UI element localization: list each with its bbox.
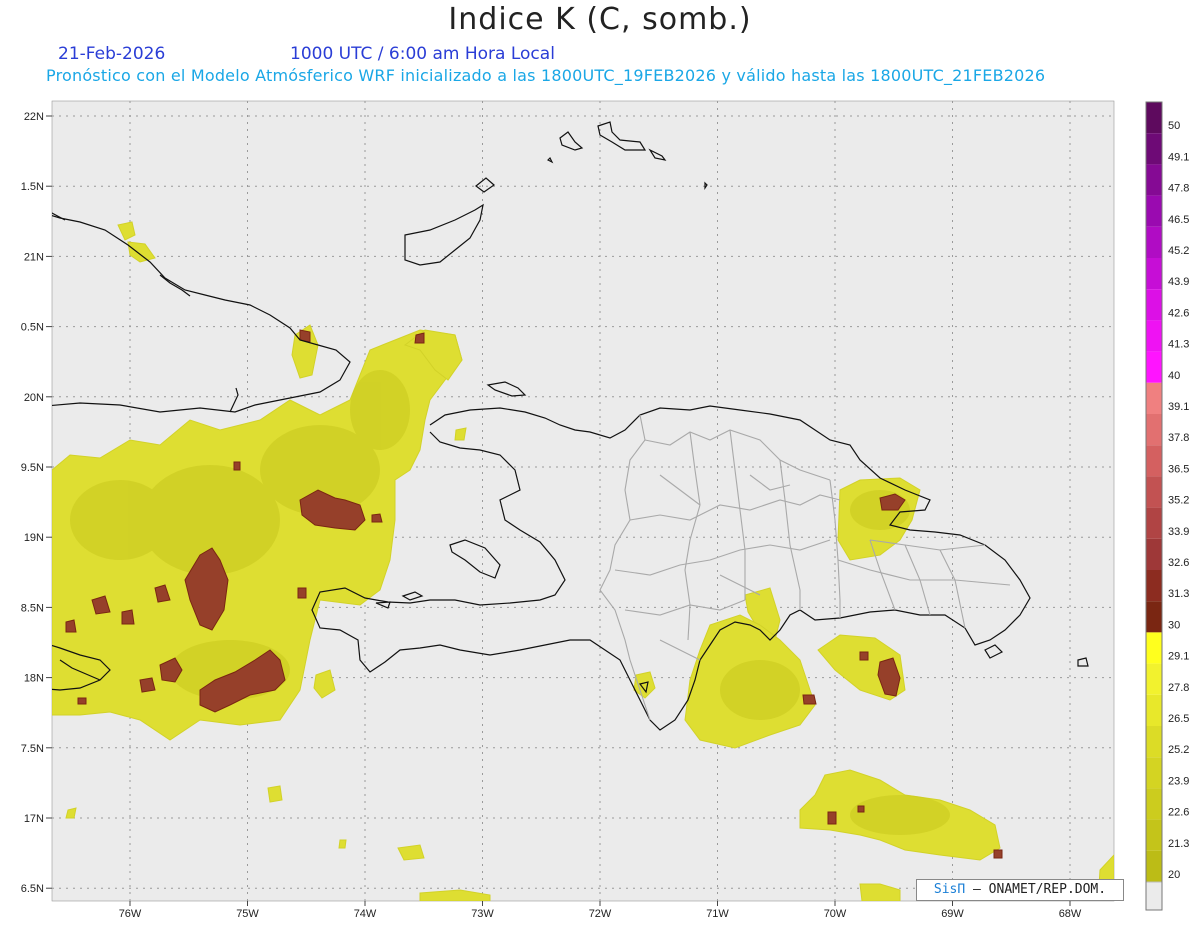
colorbar-label: 26.5 bbox=[1168, 713, 1189, 725]
lat-label: 9.5N bbox=[21, 462, 44, 474]
lat-label: 20N bbox=[24, 392, 44, 404]
lon-label: 72W bbox=[589, 908, 612, 920]
colorbar-label: 35.2 bbox=[1168, 495, 1189, 507]
lat-label: 17N bbox=[24, 813, 44, 825]
colorbar-swatch-below bbox=[1145, 881, 1163, 911]
credit-box: SisΠ – ONAMET/REP.DOM. bbox=[916, 879, 1124, 901]
colorbar-swatch bbox=[1146, 538, 1162, 570]
colorbar-label: 42.6 bbox=[1168, 307, 1189, 319]
colorbar-swatch bbox=[1146, 289, 1162, 321]
credit-text: – ONAMET/REP.DOM. bbox=[965, 882, 1107, 897]
lon-label: 76W bbox=[119, 908, 142, 920]
colorbar-swatch bbox=[1146, 258, 1162, 290]
colorbar-swatch bbox=[1146, 102, 1162, 134]
colorbar-label: 37.8 bbox=[1168, 432, 1189, 444]
colorbar-label: 30 bbox=[1168, 619, 1180, 631]
colorbar-label: 36.5 bbox=[1168, 463, 1189, 475]
colorbar-swatch bbox=[1146, 133, 1162, 165]
colorbar-swatch bbox=[1146, 726, 1162, 758]
lat-label: 21N bbox=[24, 251, 44, 263]
colorbar-swatch bbox=[1146, 476, 1162, 508]
credit-brand: SisΠ bbox=[933, 882, 966, 897]
colorbar-label: 41.3 bbox=[1168, 339, 1189, 351]
colorbar-swatch bbox=[1146, 601, 1162, 633]
colorbar-swatch bbox=[1146, 819, 1162, 851]
colorbar-label: 39.1 bbox=[1168, 401, 1189, 413]
lon-label: 73W bbox=[471, 908, 494, 920]
lon-label: 68W bbox=[1059, 908, 1082, 920]
colorbar-swatch bbox=[1146, 351, 1162, 383]
colorbar-label: 46.5 bbox=[1168, 214, 1189, 226]
colorbar-label: 27.8 bbox=[1168, 682, 1189, 694]
colorbar-label: 40 bbox=[1168, 370, 1180, 382]
colorbar-label: 32.6 bbox=[1168, 557, 1189, 569]
latitude-labels: 22N 1.5N 21N 0.5N 20N 9.5N 19N 8.5N 18N 7.5N 17N 6.… bbox=[21, 111, 52, 895]
colorbar: 50 49.1 47.8 46.5 45.2 43.9 42.6 41.3 40 39.1 37.8… bbox=[1145, 101, 1189, 911]
colorbar-label: 43.9 bbox=[1168, 276, 1189, 288]
lat-label: 7.5N bbox=[21, 743, 44, 755]
colorbar-swatch bbox=[1146, 445, 1162, 477]
colorbar-swatch bbox=[1146, 164, 1162, 196]
colorbar-label: 25.2 bbox=[1168, 744, 1189, 756]
colorbar-label: 21.3 bbox=[1168, 838, 1189, 850]
colorbar-label: 45.2 bbox=[1168, 245, 1189, 257]
colorbar-label: 31.3 bbox=[1168, 588, 1189, 600]
lat-label: 8.5N bbox=[21, 602, 44, 614]
lon-label: 74W bbox=[354, 908, 377, 920]
colorbar-label: 49.1 bbox=[1168, 151, 1189, 163]
colorbar-swatch bbox=[1146, 850, 1162, 882]
colorbar-swatch bbox=[1146, 788, 1162, 820]
colorbar-swatch bbox=[1146, 382, 1162, 414]
colorbar-swatch bbox=[1146, 570, 1162, 602]
colorbar-label: 33.9 bbox=[1168, 526, 1189, 538]
colorbar-swatch bbox=[1146, 694, 1162, 726]
colorbar-swatch bbox=[1146, 414, 1162, 446]
lon-label: 71W bbox=[706, 908, 729, 920]
colorbar-swatch bbox=[1146, 507, 1162, 539]
colorbar-label: 23.9 bbox=[1168, 775, 1189, 787]
colorbar-swatch bbox=[1146, 320, 1162, 352]
lon-label: 70W bbox=[824, 908, 847, 920]
colorbar-label: 50 bbox=[1168, 120, 1180, 132]
lat-label: 18N bbox=[24, 673, 44, 685]
longitude-labels: 76W 75W 74W 73W 72W 71W 70W 69W 68W bbox=[119, 901, 1082, 920]
colorbar-swatch bbox=[1146, 226, 1162, 258]
colorbar-swatch bbox=[1146, 195, 1162, 227]
lat-label: 0.5N bbox=[21, 322, 44, 334]
lat-label: 6.5N bbox=[21, 883, 44, 895]
lat-label: 22N bbox=[24, 111, 44, 123]
colorbar-swatch bbox=[1146, 757, 1162, 789]
lon-label: 69W bbox=[941, 908, 964, 920]
colorbar-label: 47.8 bbox=[1168, 183, 1189, 195]
colorbar-swatch bbox=[1146, 663, 1162, 695]
colorbar-label: 29.1 bbox=[1168, 651, 1189, 663]
colorbar-label: 20 bbox=[1168, 869, 1180, 881]
lat-label: 19N bbox=[24, 532, 44, 544]
colorbar-label: 22.6 bbox=[1168, 807, 1189, 819]
lon-label: 75W bbox=[236, 908, 259, 920]
colorbar-swatch bbox=[1146, 632, 1162, 664]
lat-label: 1.5N bbox=[21, 181, 44, 193]
weather-map: 22N 1.5N 21N 0.5N 20N 9.5N 19N 8.5N 18N 7.5N 17N 6.… bbox=[21, 100, 1189, 920]
